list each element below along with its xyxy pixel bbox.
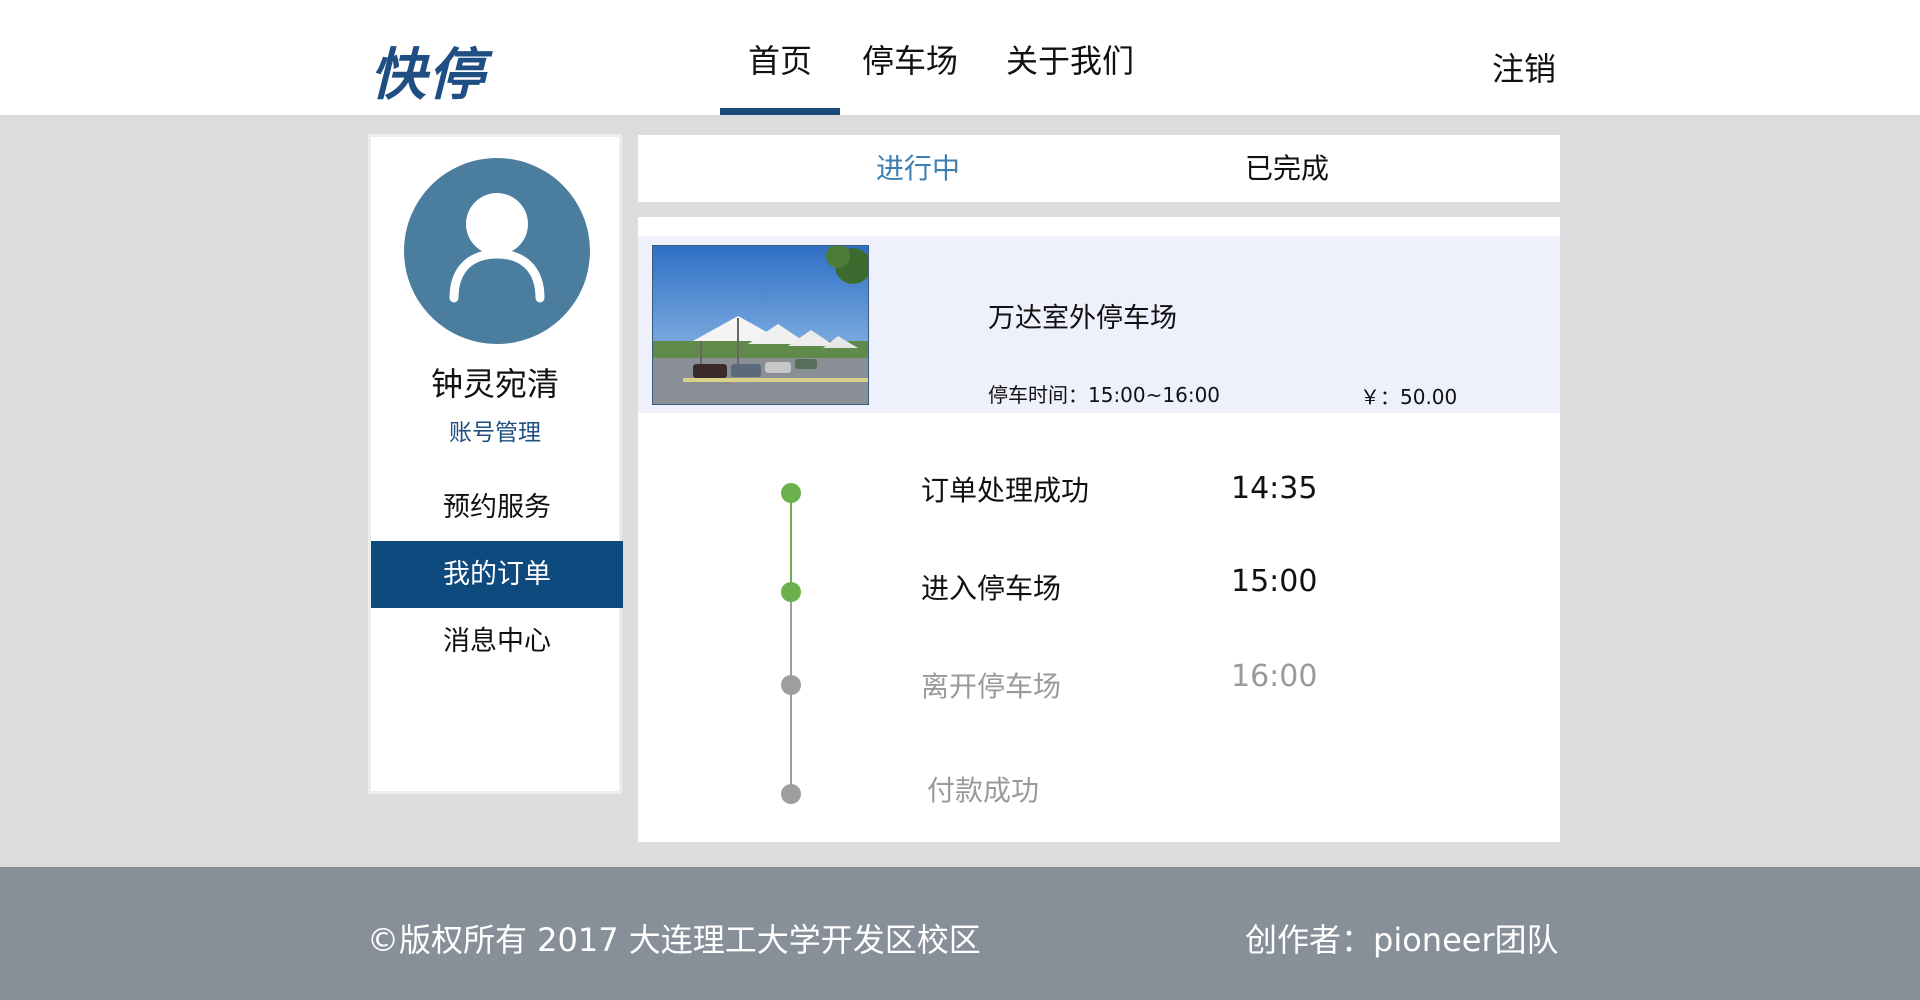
page-footer: ©版权所有 2017 大连理工大学开发区校区 创作者：pioneer团队: [0, 867, 1920, 1000]
timeline-dot-done: [781, 483, 801, 503]
timeline-step-time: 14:35: [1231, 471, 1318, 506]
sidebar-item-messages[interactable]: 消息中心: [371, 608, 623, 675]
parking-lot-name: 万达室外停车场: [988, 303, 1177, 334]
footer-copyright: ©版权所有 2017 大连理工大学开发区校区: [367, 921, 981, 959]
parking-time: 停车时间：15:00~16:00: [988, 383, 1221, 407]
timeline-step-label: 订单处理成功: [921, 474, 1090, 507]
timeline-line-completed: [790, 493, 792, 592]
nav-about-us[interactable]: 关于我们: [985, 0, 1155, 115]
timeline-dot-pending: [781, 675, 801, 695]
site-logo[interactable]: 快停: [370, 30, 486, 111]
order-timeline: 订单处理成功 14:35 进入停车场 15:00 离开停车场 16:00 付款成…: [638, 457, 1560, 837]
main-nav: 首页 停车场 关于我们: [720, 0, 1155, 115]
order-content: 万达室外停车场 停车时间：15:00~16:00 ￥：50.00 订单处理成功 …: [638, 217, 1560, 842]
timeline-step-label: 离开停车场: [921, 670, 1062, 703]
timeline-dot-done: [781, 582, 801, 602]
parking-lot-image: [653, 246, 868, 404]
top-header: 快停 首页 停车场 关于我们 注销: [0, 0, 1920, 115]
account-management-link[interactable]: 账号管理: [371, 413, 619, 447]
tab-completed[interactable]: 已完成: [1245, 135, 1329, 202]
logout-link[interactable]: 注销: [1492, 44, 1556, 90]
timeline-step-time: 16:00: [1231, 659, 1318, 694]
timeline-dot-pending: [781, 784, 801, 804]
footer-author: 创作者：pioneer团队: [1245, 921, 1559, 959]
order-tabs: 进行中 已完成: [638, 135, 1560, 202]
timeline-step-label: 进入停车场: [921, 572, 1062, 605]
timeline-step-label: 付款成功: [927, 774, 1040, 807]
order-card[interactable]: 万达室外停车场 停车时间：15:00~16:00 ￥：50.00: [638, 236, 1560, 413]
username: 钟灵宛清: [430, 365, 559, 403]
tab-in-progress[interactable]: 进行中: [876, 135, 960, 202]
parking-lot-photo: [652, 245, 869, 405]
nav-parking[interactable]: 停车场: [840, 0, 980, 115]
order-price: ￥：50.00: [1360, 385, 1458, 409]
user-silhouette-icon: [449, 193, 545, 303]
timeline-step-time: 15:00: [1231, 564, 1318, 599]
user-avatar-icon[interactable]: [404, 158, 590, 344]
nav-home[interactable]: 首页: [720, 0, 840, 115]
sidebar-menu: 预约服务 我的订单 消息中心: [371, 474, 623, 675]
sidebar-item-my-orders[interactable]: 我的订单: [371, 541, 623, 608]
sidebar-item-reservation[interactable]: 预约服务: [371, 474, 623, 541]
user-sidebar: 钟灵宛清 账号管理 预约服务 我的订单 消息中心: [368, 134, 623, 794]
